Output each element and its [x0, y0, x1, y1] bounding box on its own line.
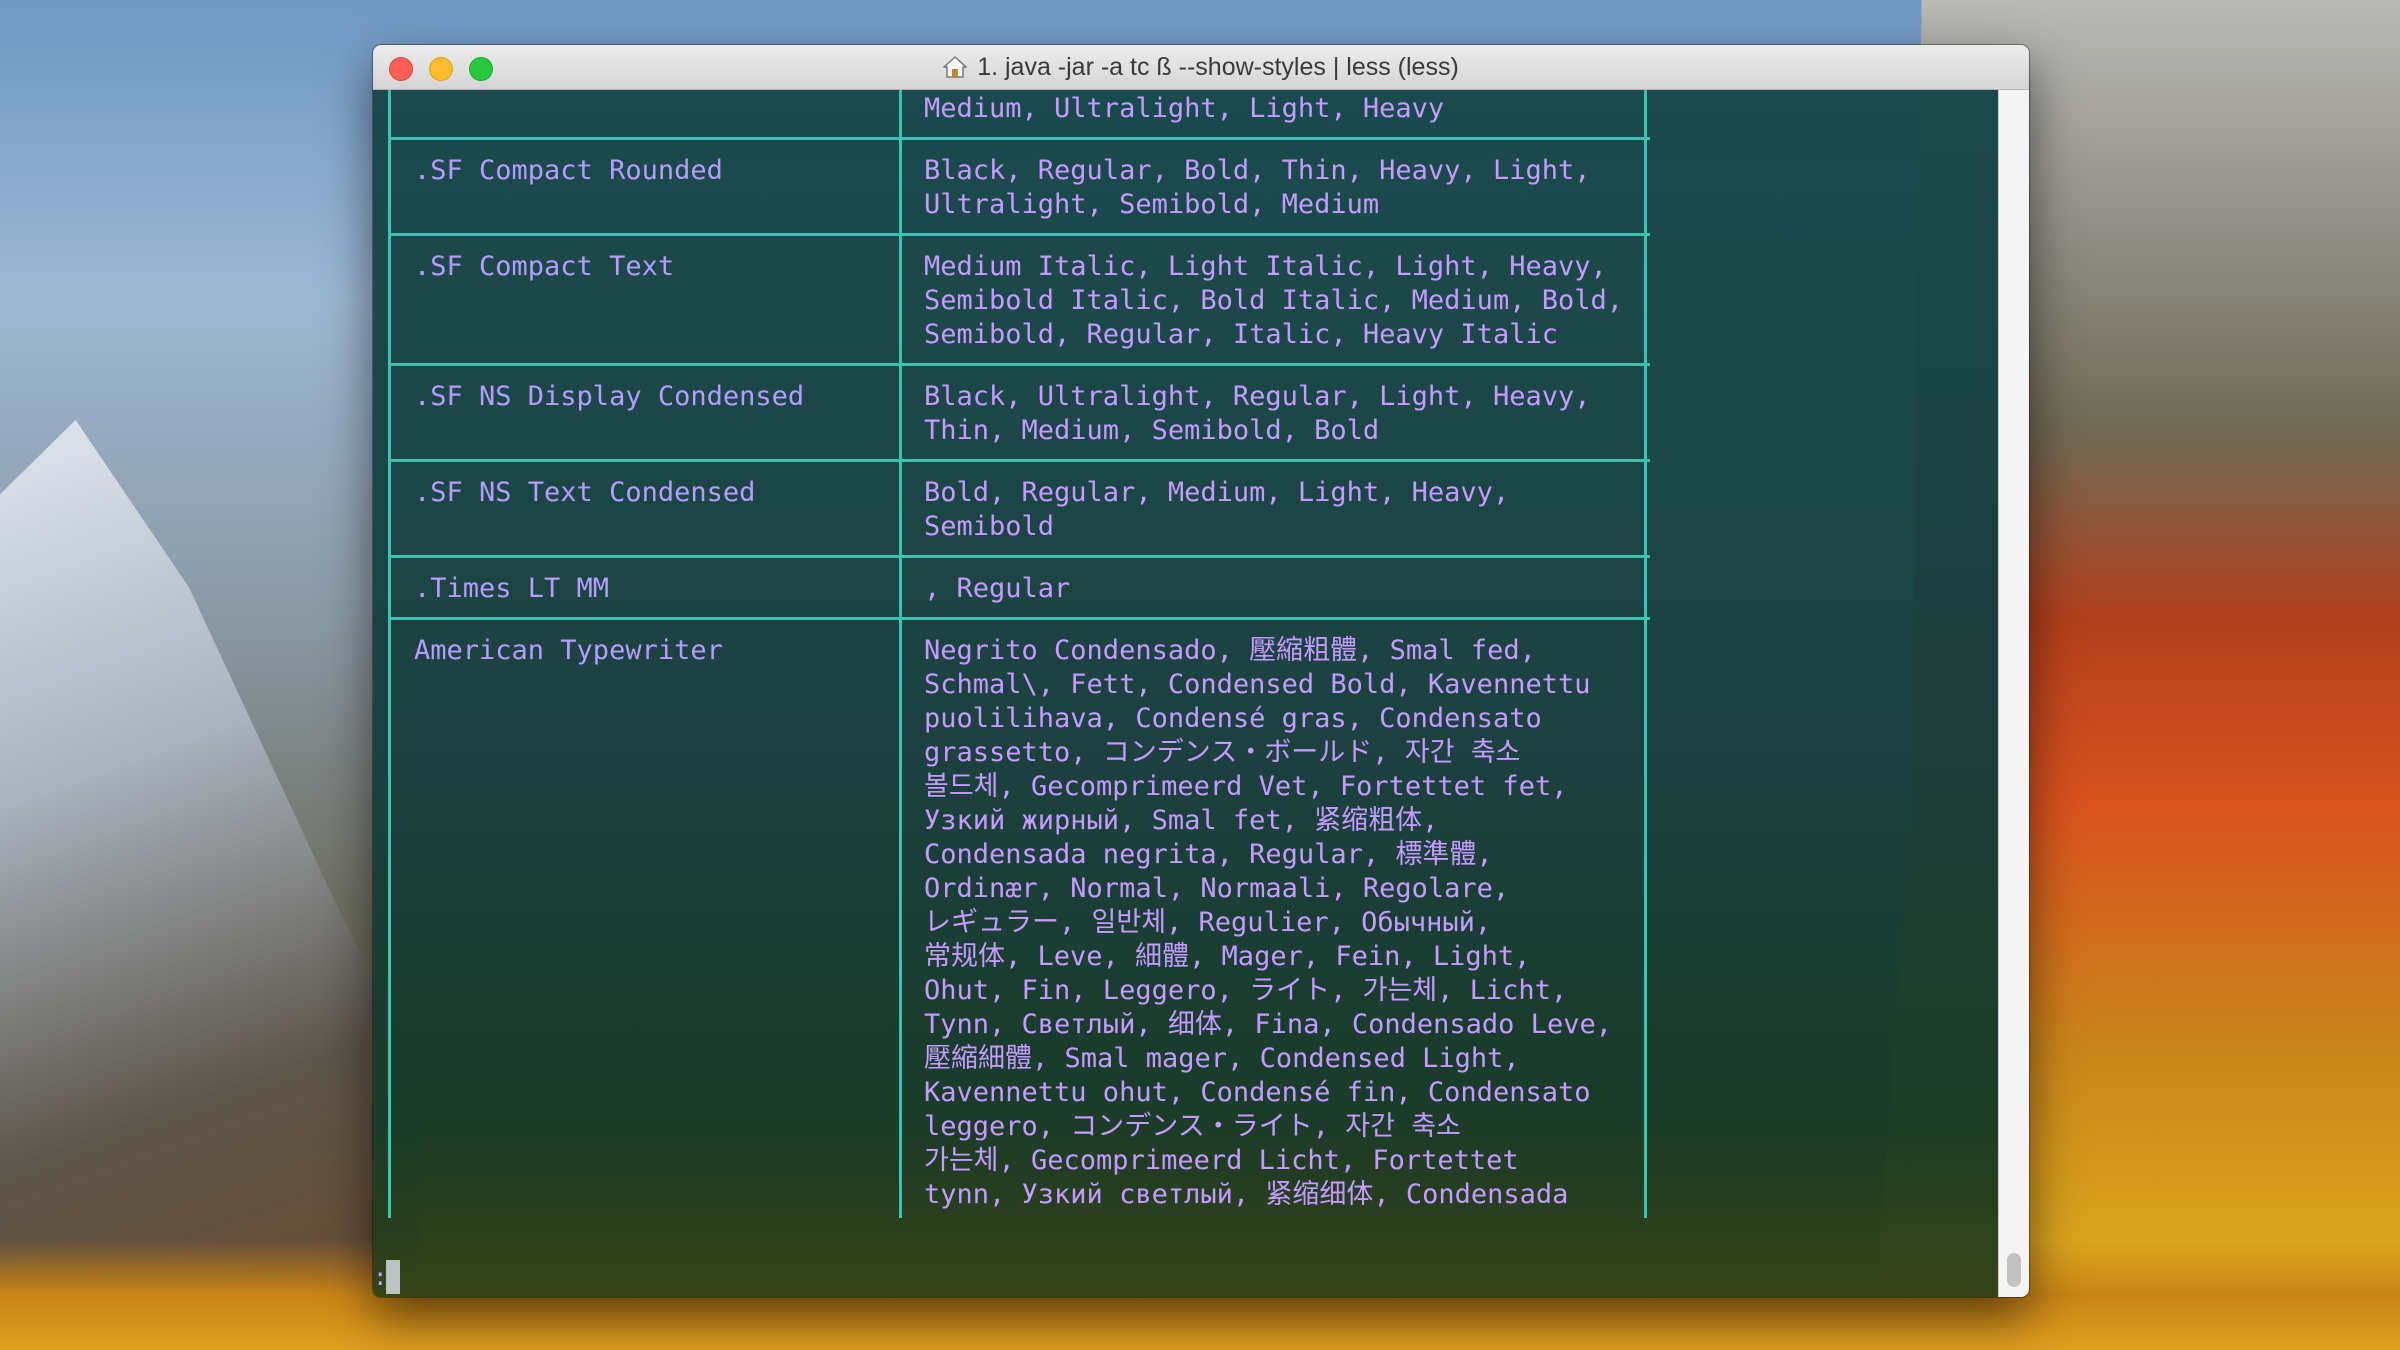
font-styles-cell: Medium Italic, Light Italic, Light, Heav… [902, 236, 1647, 363]
font-name-cell [388, 90, 902, 137]
font-styles-cell: Black, Regular, Bold, Thin, Heavy, Light… [902, 140, 1647, 233]
home-icon [942, 55, 969, 78]
terminal-window: 1. java -jar -a tc ß --show-styles | les… [373, 45, 2029, 1297]
terminal-content[interactable]: Medium, Ultralight, Light, Heavy .SF Com… [373, 90, 2029, 1297]
text-cursor [386, 1260, 400, 1294]
font-styles-cell: Medium, Ultralight, Light, Heavy [902, 90, 1647, 137]
close-button[interactable] [389, 57, 413, 81]
table-row: .Times LT MM , Regular [388, 558, 1650, 620]
table-row: .SF Compact Rounded Black, Regular, Bold… [388, 140, 1650, 236]
table-row: Medium, Ultralight, Light, Heavy [388, 90, 1650, 140]
font-name-cell: .SF NS Text Condensed [388, 462, 902, 555]
font-name-cell: .SF Compact Text [388, 236, 902, 363]
font-name-cell: .SF Compact Rounded [388, 140, 902, 233]
vertical-scrollbar[interactable] [1998, 90, 2029, 1297]
scrollbar-thumb[interactable] [2007, 1253, 2021, 1287]
minimize-button[interactable] [429, 57, 453, 81]
font-styles-table: Medium, Ultralight, Light, Heavy .SF Com… [388, 90, 1650, 1218]
table-row: .SF NS Text Condensed Bold, Regular, Med… [388, 462, 1650, 558]
font-name-cell: American Typewriter [388, 620, 902, 1218]
wallpaper-mountain-left [0, 420, 420, 1350]
font-styles-cell: , Regular [902, 558, 1647, 617]
zoom-button[interactable] [469, 57, 493, 81]
window-title: 1. java -jar -a tc ß --show-styles | les… [977, 52, 1459, 81]
table-row: .SF Compact Text Medium Italic, Light It… [388, 236, 1650, 366]
traffic-lights [389, 57, 493, 81]
font-name-cell: .Times LT MM [388, 558, 902, 617]
table-row: .SF NS Display Condensed Black, Ultralig… [388, 366, 1650, 462]
title-bar[interactable]: 1. java -jar -a tc ß --show-styles | les… [373, 45, 2029, 90]
table-row: American Typewriter Negrito Condensado, … [388, 620, 1650, 1218]
window-title-group: 1. java -jar -a tc ß --show-styles | les… [942, 52, 1459, 82]
font-name-cell: .SF NS Display Condensed [388, 366, 902, 459]
font-styles-cell: Black, Ultralight, Regular, Light, Heavy… [902, 366, 1647, 459]
font-styles-cell: Negrito Condensado, 壓縮粗體, Smal fed, Schm… [902, 620, 1647, 1218]
font-styles-cell: Bold, Regular, Medium, Light, Heavy, Sem… [902, 462, 1647, 555]
